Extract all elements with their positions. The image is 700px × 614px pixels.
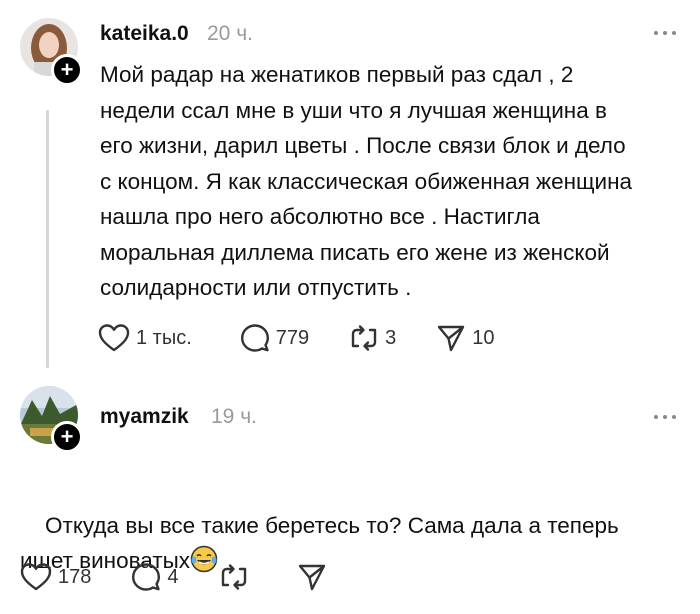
reply-button[interactable]: 779 <box>240 323 309 353</box>
post-actions: 1 тыс. 779 3 10 <box>98 323 495 353</box>
more-dots-icon <box>654 415 658 419</box>
share-button[interactable] <box>297 562 327 592</box>
more-options-button[interactable] <box>650 412 680 422</box>
send-icon <box>438 325 465 352</box>
share-count: 10 <box>472 326 495 349</box>
reply-count: 779 <box>275 326 310 349</box>
repost-icon <box>351 325 377 351</box>
follow-button[interactable]: + <box>51 421 83 453</box>
repost-button[interactable]: 3 <box>349 323 396 353</box>
plus-icon: + <box>60 57 74 82</box>
timestamp: 19 ч. <box>211 405 257 428</box>
comment-icon <box>132 563 161 591</box>
like-button[interactable]: 1 тыс. <box>98 323 192 353</box>
follow-button[interactable]: + <box>51 54 83 86</box>
like-count: 1 тыс. <box>136 326 192 349</box>
post-text: Откуда вы все такие беретесь то? Сама да… <box>20 472 690 614</box>
thread-line <box>46 110 49 368</box>
more-dots-icon <box>654 31 658 35</box>
timestamp: 20 ч. <box>207 22 253 45</box>
username[interactable]: myamzik <box>100 405 189 429</box>
like-count: 178 <box>58 565 92 588</box>
post-actions: 178 4 <box>20 562 327 592</box>
reply-button[interactable]: 4 <box>131 562 179 592</box>
post-text: Мой радар на женатиков первый раз сдал ,… <box>100 62 633 300</box>
repost-count: 3 <box>385 326 397 349</box>
heart-icon <box>20 563 52 591</box>
share-button[interactable]: 10 <box>436 323 495 353</box>
username[interactable]: kateika.0 <box>100 22 189 46</box>
repost-icon <box>221 564 246 590</box>
like-button[interactable]: 178 <box>20 562 91 592</box>
more-options-button[interactable] <box>650 28 680 38</box>
heart-icon <box>98 324 130 352</box>
repost-button[interactable] <box>219 562 249 592</box>
reply-count: 4 <box>167 565 179 588</box>
comment-icon <box>240 324 269 352</box>
plus-icon: + <box>60 424 74 449</box>
send-icon <box>298 564 325 591</box>
